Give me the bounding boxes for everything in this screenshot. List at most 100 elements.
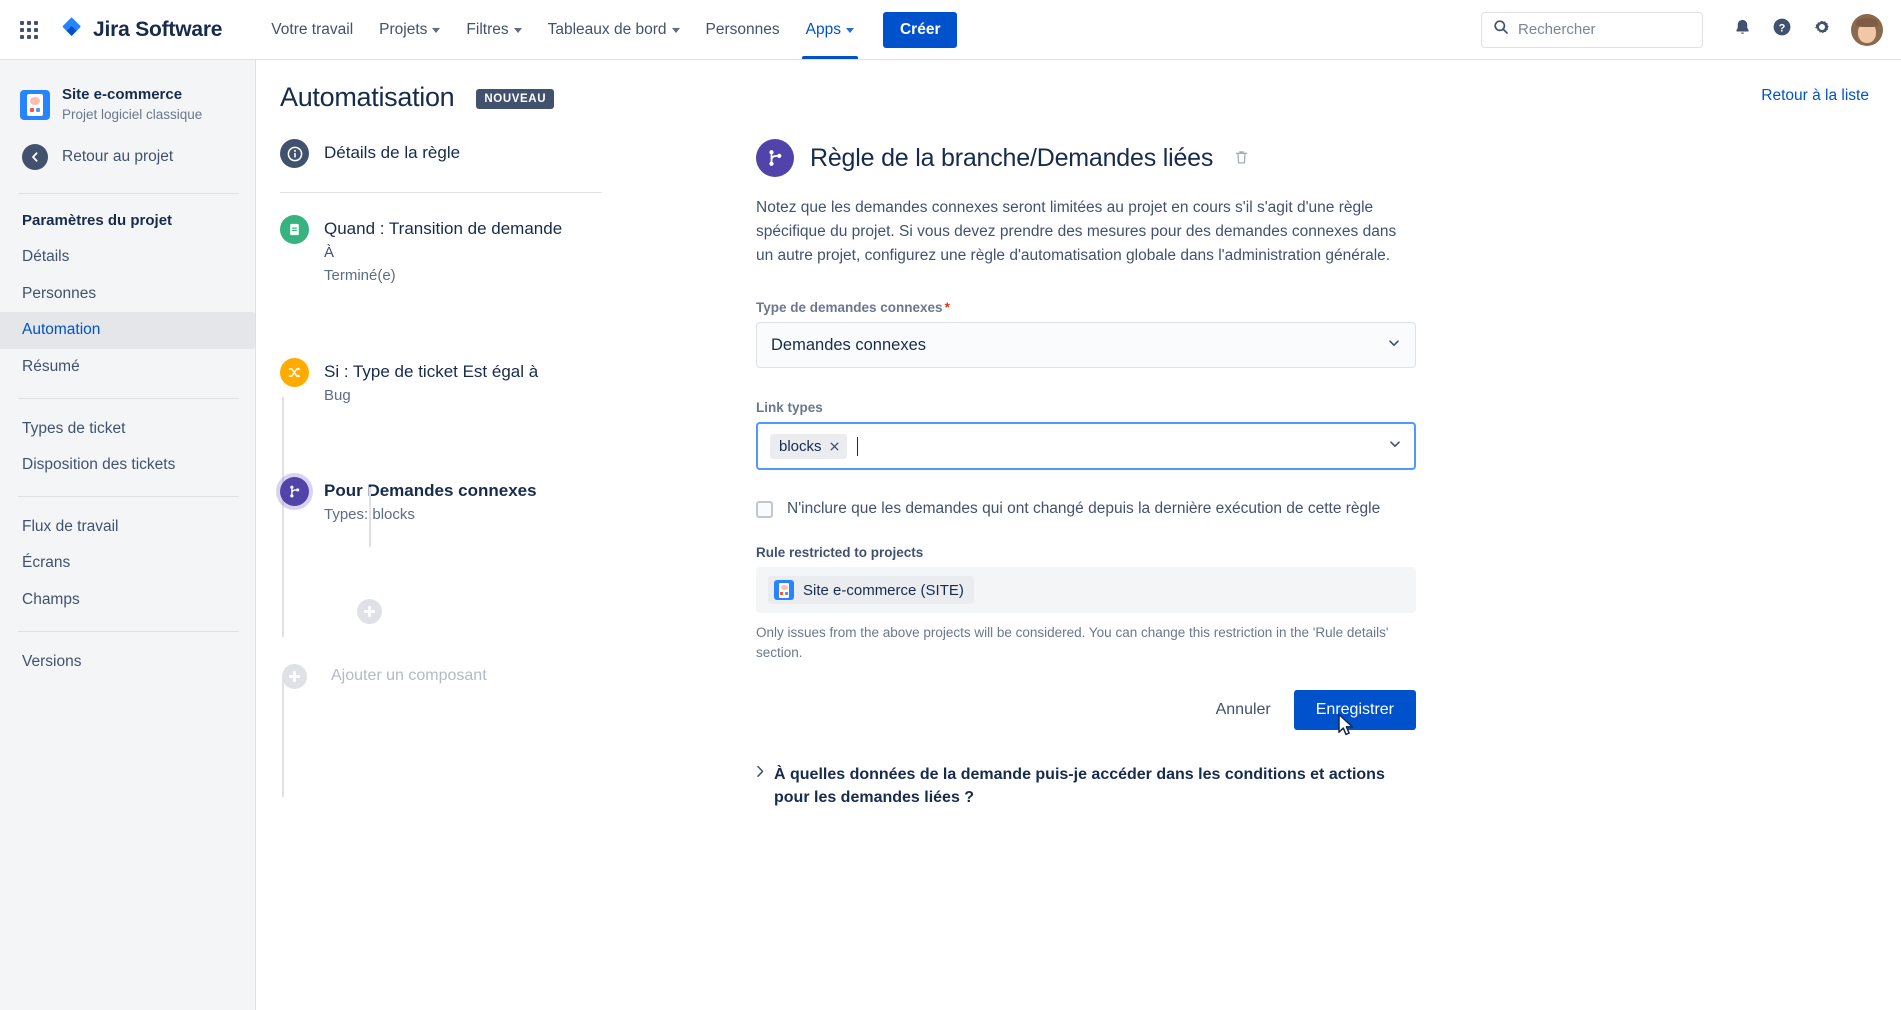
chevron-down-icon [432,28,441,33]
add-component-label: Ajouter un composant [331,667,487,685]
project-name: Site e-commerce [62,86,183,103]
faq-expander[interactable]: À quelles données de la demande puis-je … [756,763,1416,809]
chevron-down-icon [1387,336,1401,355]
only-changed-issues-row[interactable]: N'inclure que les demandes qui ont chang… [756,500,1416,518]
search-icon [1493,19,1509,40]
search-box[interactable]: Rechercher [1481,11,1703,48]
condition-shuffle-icon [280,357,309,387]
app-switcher-button[interactable] [12,13,46,47]
branch-connector [369,487,371,548]
related-issues-type-select[interactable]: Demandes connexes [756,322,1416,369]
trigger-title: Quand : Transition de demande [324,219,563,238]
jira-brand-link[interactable]: Jira Software [60,15,222,44]
nav-label: Projets [379,20,428,38]
user-avatar[interactable] [1851,13,1883,46]
trigger-sub-value: Terminé(e) [324,267,396,285]
text-cursor [856,436,859,456]
builder-connector [282,679,284,797]
sidebar-item-personnes[interactable]: Personnes [0,276,255,313]
detail-title: Règle de la branche/Demandes liées [810,143,1214,172]
required-marker: * [944,300,950,316]
content-columns: Détails de la règle Quand : Transition d… [268,139,1869,997]
condition-value: Bug [324,386,351,404]
field-label: Link types [756,400,823,416]
sidebar-divider [18,630,239,632]
project-avatar-icon [20,89,50,120]
restricted-project-chip[interactable]: Site e-commerce (SITE) [768,576,974,605]
only-changed-issues-label: N'inclure que les demandes qui ont chang… [787,500,1381,518]
sidebar-item-resume[interactable]: Résumé [0,349,255,386]
branch-node[interactable]: Pour Demandes connexes Types: blocks [280,477,700,629]
trigger-transition-icon [280,215,309,244]
faq-expander-label: À quelles données de la demande puis-je … [774,765,1385,806]
sidebar-item-versions[interactable]: Versions [0,644,255,681]
chip-label: blocks [779,437,822,455]
add-branch-component-button[interactable] [357,598,382,624]
page-header: Automatisation NOUVEAU Retour à la liste [268,82,1869,113]
nav-label: Tableaux de bord [547,20,667,38]
add-component-row[interactable]: Ajouter un composant [280,663,700,689]
chevron-down-icon [513,28,522,33]
cancel-button[interactable]: Annuler [1203,692,1284,728]
back-to-project-link[interactable]: Retour au projet [0,133,255,181]
form-actions: Annuler Enregistrer [756,689,1416,735]
sidebar-section-title: Paramètres du projet [22,212,173,230]
notifications-button[interactable] [1725,13,1759,47]
project-type: Projet logiciel classique [62,106,203,122]
chevron-down-icon[interactable] [1388,437,1402,456]
rule-details-node[interactable]: Détails de la règle [280,139,700,174]
nav-item-personnes[interactable]: Personnes [693,0,793,59]
close-x-icon[interactable] [829,441,840,452]
sidebar-item-automation[interactable]: Automation [0,312,255,350]
link-type-chip[interactable]: blocks [770,433,847,459]
rule-details-title: Détails de la règle [324,143,461,162]
gear-icon [1812,17,1832,42]
nav-label: Filtres [466,20,509,38]
condition-node[interactable]: Si : Type de ticket Est égal à Bug [280,357,700,413]
nav-item-filtres[interactable]: Filtres [453,0,534,59]
settings-button[interactable] [1805,13,1839,47]
nav-item-projets[interactable]: Projets [366,0,453,59]
nav-item-apps[interactable]: Apps [793,0,867,59]
grid-apps-icon [20,20,38,39]
sidebar-item-types-de-ticket[interactable]: Types de ticket [0,411,255,448]
sidebar-item-disposition-des-tickets[interactable]: Disposition des tickets [0,447,255,484]
create-button[interactable]: Créer [882,11,958,48]
arrow-left-circle-icon [22,144,48,171]
nav-label: Personnes [705,20,780,38]
only-changed-issues-checkbox[interactable] [756,500,773,518]
save-button[interactable]: Enregistrer [1293,689,1416,730]
add-component-button[interactable] [282,663,307,689]
link-types-input[interactable]: blocks [756,422,1416,471]
nav-right-actions: Rechercher ? [1481,11,1883,48]
rule-detail-panel: Règle de la branche/Demandes liées Notez… [700,139,1480,997]
sidebar-item-ecrans[interactable]: Écrans [0,545,255,582]
nav-item-votre-travail[interactable]: Votre travail [258,0,366,59]
help-button[interactable]: ? [1765,13,1799,47]
bell-icon [1733,18,1752,42]
field-label-text: Type de demandes connexes [756,300,943,316]
nav-item-tableaux-de-bord[interactable]: Tableaux de bord [535,0,693,59]
detail-header: Règle de la branche/Demandes liées [756,139,1416,177]
jira-logo-icon [60,15,84,44]
nav-label: Apps [805,20,841,38]
sidebar-item-champs[interactable]: Champs [0,582,255,619]
builder-divider [280,192,602,193]
trash-icon[interactable] [1233,149,1250,171]
back-to-project-label: Retour au projet [62,148,174,166]
main-content: Automatisation NOUVEAU Retour à la liste [256,60,1901,1010]
rule-restricted-label: Rule restricted to projects [756,545,924,561]
search-input[interactable]: Rechercher [1518,21,1596,38]
detail-description: Notez que les demandes connexes seront l… [756,199,1397,265]
sidebar-item-details[interactable]: Détails [0,239,255,276]
rule-builder-panel: Détails de la règle Quand : Transition d… [268,139,700,997]
back-to-list-link[interactable]: Retour à la liste [1761,87,1869,105]
page-body: Site e-commerce Projet logiciel classiqu… [0,60,1901,1010]
builder-connector [282,397,284,637]
trigger-node[interactable]: Quand : Transition de demande À Terminé(… [280,215,700,294]
chevron-down-icon [845,28,854,33]
project-header[interactable]: Site e-commerce Projet logiciel classiqu… [0,78,255,133]
svg-text:?: ? [1779,22,1786,34]
brand-name: Jira Software [93,17,223,41]
sidebar-item-flux-de-travail[interactable]: Flux de travail [0,509,255,546]
